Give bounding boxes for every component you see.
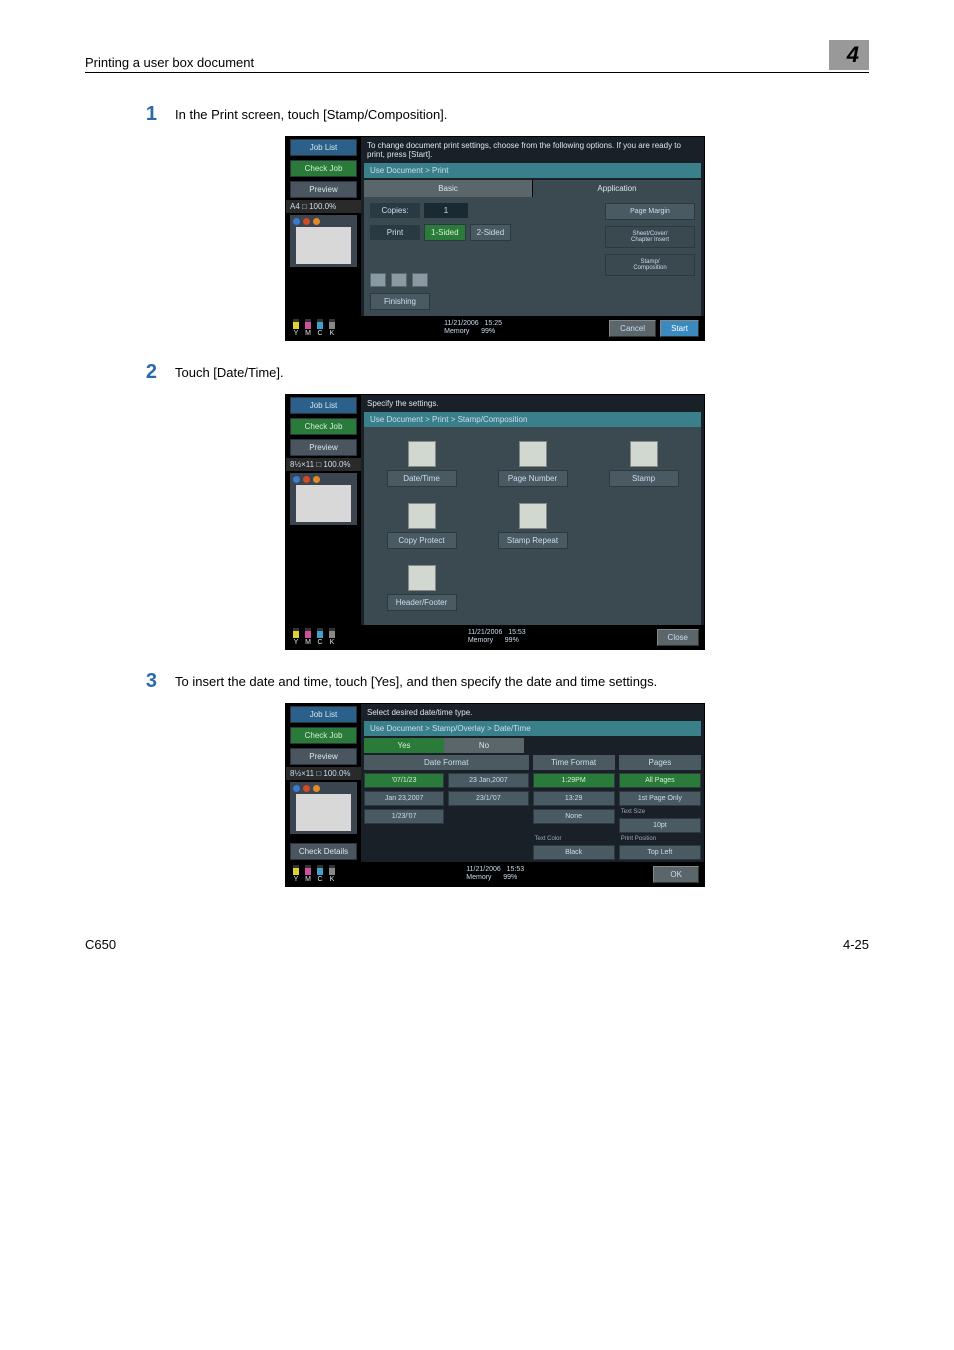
tab-application[interactable]: Application (532, 180, 701, 197)
text-size-button[interactable]: 10pt (619, 818, 701, 833)
page-number-button[interactable]: Page Number (498, 470, 568, 487)
print-position-label: Print Position (619, 836, 701, 842)
ok-button[interactable]: OK (653, 866, 699, 883)
one-sided-button[interactable]: 1-Sided (424, 224, 466, 241)
copy-protect-button[interactable]: Copy Protect (387, 532, 457, 549)
page-header: Printing a user box document 4 (85, 40, 869, 73)
step-1-number: 1 (85, 103, 175, 126)
time-format-header: Time Format (533, 755, 615, 770)
pg-opt-all[interactable]: All Pages (619, 773, 701, 788)
page-footer: C650 4-25 (85, 907, 869, 952)
step-3-text: To insert the date and time, touch [Yes]… (175, 670, 869, 693)
step-2-text: Touch [Date/Time]. (175, 361, 869, 384)
datetime-status: 11/21/2006 15:25Memory 99% (444, 320, 502, 337)
footer-right: 4-25 (843, 937, 869, 952)
tf-opt-3[interactable]: None (533, 809, 615, 824)
step-2-number: 2 (85, 361, 175, 384)
text-color-label: Text Color (533, 836, 615, 842)
step-1: 1 In the Print screen, touch [Stamp/Comp… (85, 103, 869, 126)
footer-left: C650 (85, 937, 116, 952)
toner-levels: Y M C K (291, 319, 337, 337)
tab-basic[interactable]: Basic (364, 180, 532, 197)
job-list-button[interactable]: Job List (290, 397, 357, 414)
df-opt-4[interactable]: 23/1/'07 (448, 791, 528, 806)
date-time-icon (408, 441, 436, 467)
preview-button[interactable]: Preview (290, 439, 357, 456)
step-3-number: 3 (85, 670, 175, 693)
breadcrumb: Use Document > Print (364, 163, 701, 178)
check-job-button[interactable]: Check Job (290, 418, 357, 435)
finishing-button[interactable]: Finishing (370, 293, 430, 310)
toner-levels: Y M C K (291, 628, 337, 646)
df-opt-3[interactable]: Jan 23,2007 (364, 791, 444, 806)
df-opt-1[interactable]: '07/1/23 (364, 773, 444, 788)
no-tab[interactable]: No (444, 738, 524, 753)
sheet-cover-button[interactable]: Sheet/Cover/ Chapter Insert (605, 226, 695, 248)
stamp-button[interactable]: Stamp (609, 470, 679, 487)
screenshot-3: Job List Check Job Preview 8½×11 □ 100.0… (285, 703, 705, 887)
df-opt-5[interactable]: 1/23/'07 (364, 809, 444, 824)
copies-label: Copies: (370, 203, 420, 218)
stamp-icon (630, 441, 658, 467)
copy-protect-icon (408, 503, 436, 529)
pages-header: Pages (619, 755, 701, 770)
page-number-icon (519, 441, 547, 467)
close-button[interactable]: Close (657, 629, 699, 646)
pg-opt-first[interactable]: 1st Page Only (619, 791, 701, 806)
cancel-button[interactable]: Cancel (609, 320, 656, 337)
datetime-status: 11/21/2006 15:53Memory 99% (466, 866, 524, 883)
two-sided-button[interactable]: 2-Sided (470, 224, 512, 241)
thumb-info: 8½×11 □ 100.0% (286, 767, 361, 780)
datetime-status: 11/21/2006 15:53Memory 99% (468, 629, 526, 646)
page-thumbnail (290, 473, 357, 525)
text-size-label: Text Size (619, 809, 701, 815)
copies-value[interactable]: 1 (424, 203, 468, 218)
date-time-button[interactable]: Date/Time (387, 470, 457, 487)
screenshot-2: Job List Check Job Preview 8½×11 □ 100.0… (285, 394, 705, 650)
thumb-info: A4 □ 100.0% (286, 200, 361, 213)
screenshot-1: Job List Check Job Preview A4 □ 100.0% T… (285, 136, 705, 341)
header-footer-button[interactable]: Header/Footer (387, 594, 457, 611)
page-thumbnail (290, 215, 357, 267)
stamp-repeat-icon (519, 503, 547, 529)
yes-tab[interactable]: Yes (364, 738, 444, 753)
instruction-text: Select desired date/time type. (361, 704, 704, 721)
section-title: Printing a user box document (85, 55, 254, 70)
breadcrumb: Use Document > Print > Stamp/Composition (364, 412, 701, 427)
tf-opt-2[interactable]: 13:29 (533, 791, 615, 806)
job-list-button[interactable]: Job List (290, 706, 357, 723)
date-format-header: Date Format (364, 755, 529, 770)
finishing-icons (370, 273, 428, 287)
print-label: Print (370, 225, 420, 240)
page-thumbnail (290, 782, 357, 834)
header-footer-icon (408, 565, 436, 591)
step-1-text: In the Print screen, touch [Stamp/Compos… (175, 103, 869, 126)
stamp-composition-button[interactable]: Stamp/ Composition (605, 254, 695, 276)
start-button[interactable]: Start (660, 320, 699, 337)
instruction-text: Specify the settings. (361, 395, 704, 412)
thumb-info: 8½×11 □ 100.0% (286, 458, 361, 471)
breadcrumb: Use Document > Stamp/Overlay > Date/Time (364, 721, 701, 736)
chapter-number: 4 (829, 40, 869, 70)
job-list-button[interactable]: Job List (290, 139, 357, 156)
preview-button[interactable]: Preview (290, 748, 357, 765)
step-2: 2 Touch [Date/Time]. (85, 361, 869, 384)
check-job-button[interactable]: Check Job (290, 727, 357, 744)
check-details-button[interactable]: Check Details (290, 843, 357, 860)
check-job-button[interactable]: Check Job (290, 160, 357, 177)
print-position-button[interactable]: Top Left (619, 845, 701, 860)
text-color-button[interactable]: Black (533, 845, 615, 860)
instruction-text: To change document print settings, choos… (361, 137, 704, 163)
stamp-repeat-button[interactable]: Stamp Repeat (498, 532, 568, 549)
preview-button[interactable]: Preview (290, 181, 357, 198)
df-opt-2[interactable]: 23 Jan,2007 (448, 773, 528, 788)
page-margin-button[interactable]: Page Margin (605, 203, 695, 220)
tf-opt-1[interactable]: 1:29PM (533, 773, 615, 788)
step-3: 3 To insert the date and time, touch [Ye… (85, 670, 869, 693)
toner-levels: Y M C K (291, 865, 337, 883)
